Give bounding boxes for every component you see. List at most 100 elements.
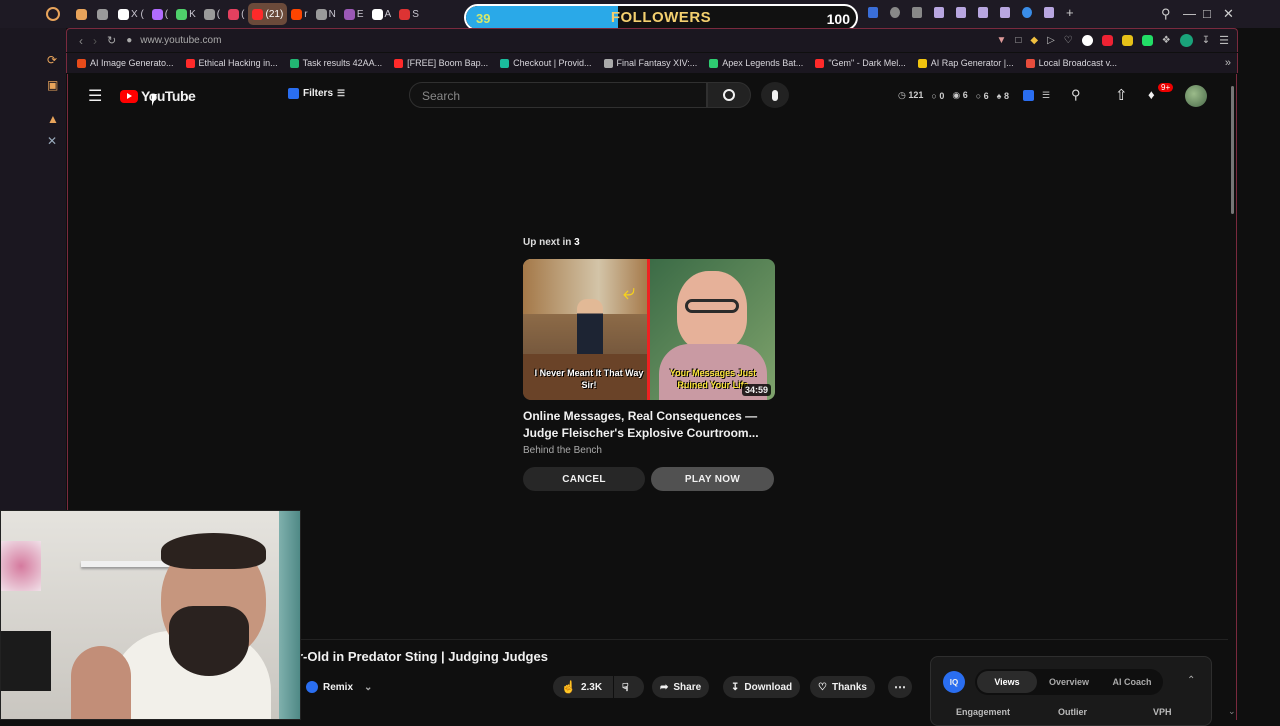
pin-icon[interactable]: ▼: [996, 35, 1006, 46]
search-input[interactable]: Search: [409, 82, 707, 108]
up-next-channel[interactable]: Behind the Bench: [523, 445, 602, 456]
browser-tab[interactable]: (: [148, 3, 172, 25]
opera-logo-icon[interactable]: [46, 7, 60, 21]
reload-icon[interactable]: ↻: [107, 34, 116, 47]
browser-tab[interactable]: A: [368, 3, 396, 25]
bookmarks-overflow-icon[interactable]: »: [1225, 57, 1231, 69]
forward-icon[interactable]: ›: [93, 34, 97, 48]
account-avatar[interactable]: [1185, 85, 1207, 107]
bookmark-item[interactable]: "Gem" - Dark Mel...: [815, 58, 906, 68]
create-upload-icon[interactable]: ⇧: [1115, 86, 1128, 104]
extension-yellow-icon[interactable]: [1121, 35, 1133, 46]
webcam-person-hair: [161, 533, 266, 569]
tab-favicon-icon: [97, 8, 108, 20]
search-tabs-icon[interactable]: ⚲: [1161, 6, 1171, 22]
tab-icon-1[interactable]: [868, 7, 878, 18]
vidiq-tab-overview[interactable]: Overview: [1037, 677, 1101, 687]
new-tab-icon[interactable]: +: [1066, 6, 1074, 19]
vidiq-tab-views[interactable]: Views: [977, 671, 1037, 693]
profile-v-icon[interactable]: [1179, 34, 1193, 47]
like-button[interactable]: ☝ 2.3K: [553, 676, 613, 698]
browser-tab[interactable]: [93, 3, 114, 25]
tab-icon-3[interactable]: [912, 7, 922, 18]
tab-icon-8[interactable]: [1022, 7, 1032, 18]
browser-tab[interactable]: (: [200, 3, 224, 25]
page-scrollbar-thumb[interactable]: [1231, 86, 1234, 214]
thumb-left-caption: I Never Meant It That Way Sir!: [534, 368, 644, 390]
browser-tab[interactable]: K: [172, 3, 200, 25]
play-icon[interactable]: ▷: [1047, 35, 1055, 46]
browser-tab[interactable]: [72, 3, 93, 25]
browser-tab[interactable]: E: [340, 3, 368, 25]
x-app-icon[interactable]: ✕: [47, 134, 57, 148]
tab-icon-9[interactable]: [1044, 7, 1054, 18]
share-button[interactable]: ➦ Share: [652, 676, 710, 698]
maximize-icon[interactable]: □: [1203, 6, 1211, 21]
notifications-bell-icon[interactable]: ♦: [1148, 87, 1155, 102]
tab-label: (: [241, 8, 245, 20]
close-window-icon[interactable]: ✕: [1223, 6, 1234, 22]
aria-icon[interactable]: ▲: [47, 112, 59, 126]
extension-green-icon[interactable]: [1141, 35, 1153, 46]
up-next-thumbnail[interactable]: I Never Meant It That Way Sir! Your Mess…: [523, 259, 775, 400]
browser-tab[interactable]: (21): [248, 3, 288, 25]
search-button[interactable]: [707, 82, 751, 108]
voice-search-button[interactable]: [761, 82, 789, 108]
bookmark-item[interactable]: Apex Legends Bat...: [709, 58, 803, 68]
bookmark-label: Checkout | Provid...: [513, 58, 592, 68]
cancel-autoplay-button[interactable]: CANCEL: [523, 467, 645, 491]
play-now-button[interactable]: PLAY NOW: [651, 467, 774, 491]
browser-tab[interactable]: (: [224, 3, 248, 25]
bookmark-item[interactable]: Ethical Hacking in...: [185, 58, 278, 68]
up-next-title[interactable]: Online Messages, Real Consequences — Jud…: [523, 408, 763, 442]
download-button[interactable]: ↧ Download: [723, 676, 801, 698]
browser-menu-icon[interactable]: ☰: [1219, 34, 1229, 47]
dislike-button[interactable]: ☟: [614, 676, 644, 698]
list-icon[interactable]: ☰: [1042, 90, 1050, 101]
wallet-icon[interactable]: ▣: [47, 78, 58, 92]
download-icon[interactable]: ↧: [1202, 35, 1210, 46]
thanks-button[interactable]: ♡ Thanks: [810, 676, 875, 698]
extensions-puzzle-icon[interactable]: ❖: [1162, 35, 1171, 46]
bookmark-item[interactable]: [FREE] Boom Bap...: [394, 58, 488, 68]
more-actions-button[interactable]: ⋯: [888, 676, 912, 698]
tab-icon-2[interactable]: [890, 7, 900, 18]
browser-tab[interactable]: X (: [114, 3, 148, 25]
history-icon[interactable]: ⟳: [47, 53, 57, 67]
extension-s-icon[interactable]: [1081, 35, 1093, 46]
browser-tab[interactable]: N: [312, 3, 340, 25]
vidiq-collapse-icon[interactable]: ⌃: [1187, 675, 1195, 686]
bookmark-item[interactable]: Checkout | Provid...: [500, 58, 592, 68]
snapshot-icon[interactable]: □: [1015, 35, 1021, 46]
trophy-icon[interactable]: ⚲: [1071, 87, 1081, 103]
bookmark-label: [FREE] Boom Bap...: [407, 58, 489, 68]
tab-icon-5[interactable]: [956, 7, 966, 18]
shield-icon[interactable]: ◆: [1030, 35, 1038, 46]
heart-icon[interactable]: ♡: [1064, 35, 1073, 46]
guide-menu-icon[interactable]: ☰: [88, 86, 102, 106]
bookmark-item[interactable]: Local Broadcast v...: [1025, 58, 1117, 68]
bookmark-item[interactable]: Final Fantasy XIV:...: [603, 58, 697, 68]
bookmark-item[interactable]: Task results 42AA...: [289, 58, 382, 68]
minimize-icon[interactable]: —: [1183, 6, 1196, 21]
remix-button[interactable]: Remix ⌄: [298, 676, 380, 698]
bookmark-item[interactable]: AI Rap Generator |...: [917, 58, 1014, 68]
iq-badge-icon[interactable]: [1022, 90, 1034, 101]
vidiq-badge[interactable]: IQ: [943, 671, 965, 693]
browser-tab[interactable]: S: [395, 3, 423, 25]
tab-icon-7[interactable]: [1000, 7, 1010, 18]
url-field[interactable]: www.youtube.com: [140, 35, 221, 46]
tab-icon-6[interactable]: [978, 7, 988, 18]
tab-icon-4[interactable]: [934, 7, 944, 18]
extension-red-icon[interactable]: [1101, 35, 1113, 46]
tab-favicon-icon: [291, 8, 303, 20]
browser-tab[interactable]: r: [287, 3, 311, 25]
vidiq-tab-ai-coach[interactable]: AI Coach: [1101, 677, 1163, 687]
back-icon[interactable]: ‹: [79, 34, 83, 48]
filters-button[interactable]: Filters ☰: [288, 88, 345, 99]
bookmark-label: AI Rap Generator |...: [930, 58, 1014, 68]
scroll-down-icon[interactable]: ⌄: [1228, 706, 1236, 717]
bookmark-favicon-icon: [394, 58, 404, 68]
tab-label: (21): [265, 8, 284, 20]
bookmark-item[interactable]: AI Image Generato...: [77, 58, 174, 68]
